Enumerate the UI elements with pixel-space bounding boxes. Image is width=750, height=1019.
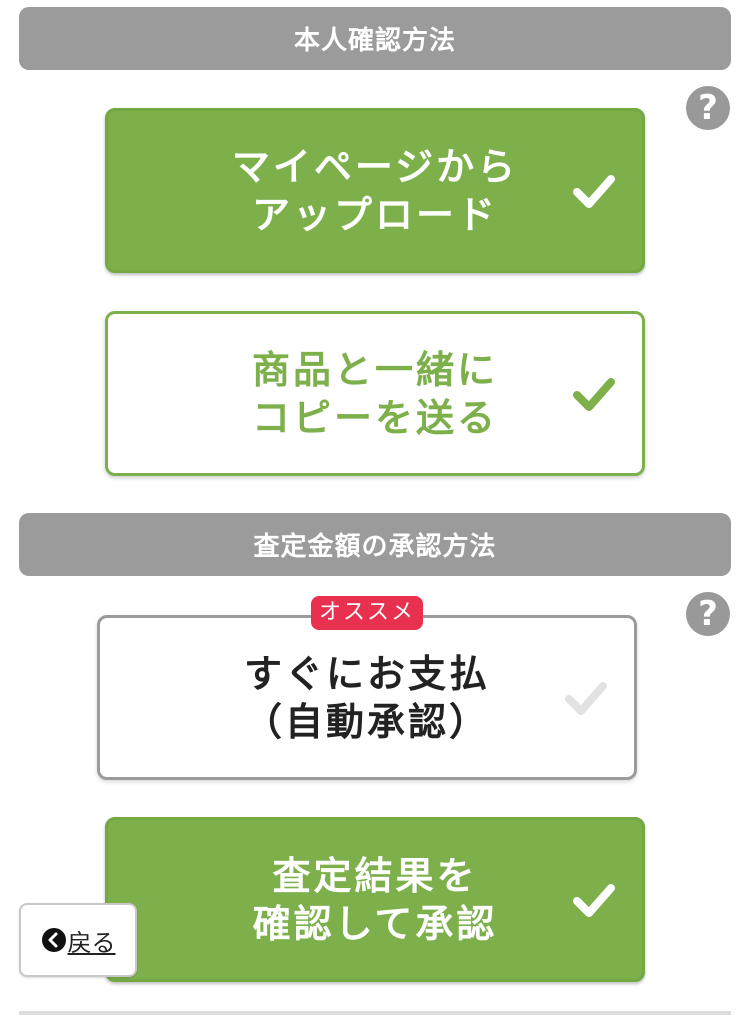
bottom-divider [19, 1011, 731, 1015]
option-label-line1: 査定結果を [272, 853, 478, 898]
option-send-copy-label: 商品と一緒に コピーを送る [108, 314, 642, 473]
option-label-line2: （自動承認） [243, 699, 490, 744]
checkmark-icon [573, 174, 615, 208]
option-label-line1: 商品と一緒に [251, 347, 498, 392]
chevron-left-circle-icon [41, 928, 66, 952]
identity-method-header: 本人確認方法 [19, 7, 731, 70]
back-button[interactable]: 戻る [19, 903, 137, 977]
option-send-copy[interactable]: 商品と一緒に コピーを送る [105, 311, 645, 476]
approval-method-title: 査定金額の承認方法 [253, 532, 497, 562]
option-label-line1: マイページから [231, 144, 519, 189]
option-auto-approval-label: すぐにお支払 （自動承認） [100, 618, 634, 777]
checkmark-icon [573, 377, 615, 411]
identity-help-icon[interactable]: ? [686, 86, 730, 130]
back-button-label: 戻る [67, 928, 116, 957]
approval-help-icon[interactable]: ? [686, 592, 730, 636]
option-label-line2: 確認して承認 [252, 901, 498, 946]
option-confirm-approve[interactable]: 査定結果を 確認して承認 [105, 817, 645, 982]
page: 本人確認方法 ? マイページから アップロード 商品と一緒に コピーを送る 査定… [0, 0, 750, 1019]
option-mypage-upload[interactable]: マイページから アップロード [105, 108, 645, 273]
option-label-line1: すぐにお支払 [243, 651, 490, 696]
option-label-line2: アップロード [251, 192, 498, 237]
approval-method-header: 査定金額の承認方法 [19, 513, 731, 576]
checkmark-icon [565, 681, 607, 715]
identity-method-title: 本人確認方法 [293, 26, 456, 56]
checkmark-icon [573, 883, 615, 917]
option-auto-approval[interactable]: すぐにお支払 （自動承認） [97, 615, 637, 780]
option-label-line2: コピーを送る [251, 395, 498, 440]
recommended-badge: オススメ [311, 596, 423, 630]
option-confirm-approve-label: 査定結果を 確認して承認 [108, 820, 642, 979]
option-mypage-upload-label: マイページから アップロード [108, 111, 642, 270]
